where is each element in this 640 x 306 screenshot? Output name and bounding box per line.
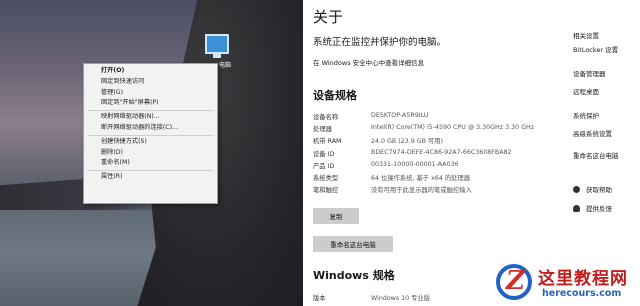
spec-key: 系统类型 [313,175,339,182]
security-center-link[interactable]: 在 Windows 安全中心中查看详细信息 [313,57,424,67]
context-menu-item[interactable]: 映射网络驱动器(N)... [84,112,217,123]
get-help-link[interactable]: 获取帮助 [573,184,612,194]
about-settings-panel: 关于 系统正在监控并保护你的电脑。 在 Windows 安全中心中查看详细信息 … [303,0,640,306]
spec-value: 00331-10000-00001-AA036 [371,160,459,168]
context-menu-item[interactable]: 固定到快速访问 [84,77,217,88]
windows-specs-heading: Windows 规格 [313,269,395,282]
menu-separator [88,134,213,136]
help-chat-icon [573,186,580,193]
spec-key: 设备名称 [313,114,339,121]
feedback-label: 提供反馈 [586,205,612,213]
device-specs-heading: 设备规格 [313,89,357,102]
protection-status: 系统正在监控并保护你的电脑。 [313,37,447,48]
menu-separator [88,170,213,172]
rename-pc-button[interactable]: 重命名这台电脑 [313,236,393,252]
spec-value: BDEC7974-DEFE-4C86-92A7-66C3608FBA82 [371,148,512,156]
desktop-wallpaper: 电脑 打开(O) 固定到快速访问 管理(G) 固定到"开始"屏幕(P) 映射网络驱动器(… [0,0,303,306]
context-menu-item[interactable]: 固定到"开始"屏幕(P) [84,98,217,109]
spec-key: 机带 RAM [313,138,342,146]
related-settings-link[interactable]: 远程桌面 [573,86,599,96]
get-help-label: 获取帮助 [586,186,612,194]
edition-value: Windows 10 专业版 [371,295,431,302]
spec-key: 笔和触控 [313,187,339,195]
related-settings-link[interactable]: 设备管理器 [573,68,606,78]
context-menu-item[interactable]: 管理(G) [84,88,217,99]
watermark-url: herecours.com [542,288,622,299]
monitor-stand [213,54,221,58]
context-menu-item[interactable]: 删除(D) [84,148,217,159]
spec-value: DESKTOP-A5R9ILU [371,112,429,119]
watermark-name: 这里教程网 [538,269,628,289]
related-settings-heading: 相关设置 [573,32,599,40]
copy-button[interactable]: 复制 [313,208,359,224]
edition-key: 版本 [313,295,326,302]
spec-value: 64 位操作系统, 基于 x64 的处理器 [371,175,471,182]
related-settings-link[interactable]: BitLocker 设置 [573,44,618,54]
context-menu: 打开(O) 固定到快速访问 管理(G) 固定到"开始"屏幕(P) 映射网络驱动器(N).… [83,63,218,204]
z-logo-icon [496,264,532,300]
feedback-link[interactable]: 提供反馈 [573,203,612,213]
related-settings-link[interactable]: 高级系统设置 [573,128,612,138]
spec-key: 设备 ID [313,150,335,158]
context-menu-item[interactable]: 重命名(M) [84,158,217,169]
desktop-icon-label: 电脑 [219,62,232,69]
monitor-icon [205,34,229,54]
spec-key: 处理器 [313,126,332,134]
spec-value: Intel(R) Core(TM) i5-4590 CPU @ 3.30GHz … [371,124,535,132]
spec-value: 24.0 GB (23.9 GB 可用) [371,138,443,146]
page-title: 关于 [313,8,344,26]
context-menu-item[interactable]: 创建快捷方式(S) [84,137,217,148]
feedback-person-icon [573,205,580,212]
watermark-logo: 这里教程网 herecours.com [490,262,640,306]
context-menu-item[interactable]: 打开(O) [84,66,217,77]
related-settings-link[interactable]: 系统保护 [573,110,599,120]
spec-value: 没有可用于此显示器的笔或触控输入 [371,187,472,195]
spec-key: 产品 ID [313,162,335,170]
context-menu-item[interactable]: 断开网络驱动器的连接(C)... [84,123,217,134]
related-settings-link[interactable]: 重命名这台电脑 [573,150,619,160]
menu-separator [88,110,213,112]
context-menu-item[interactable]: 属性(R) [84,172,217,183]
